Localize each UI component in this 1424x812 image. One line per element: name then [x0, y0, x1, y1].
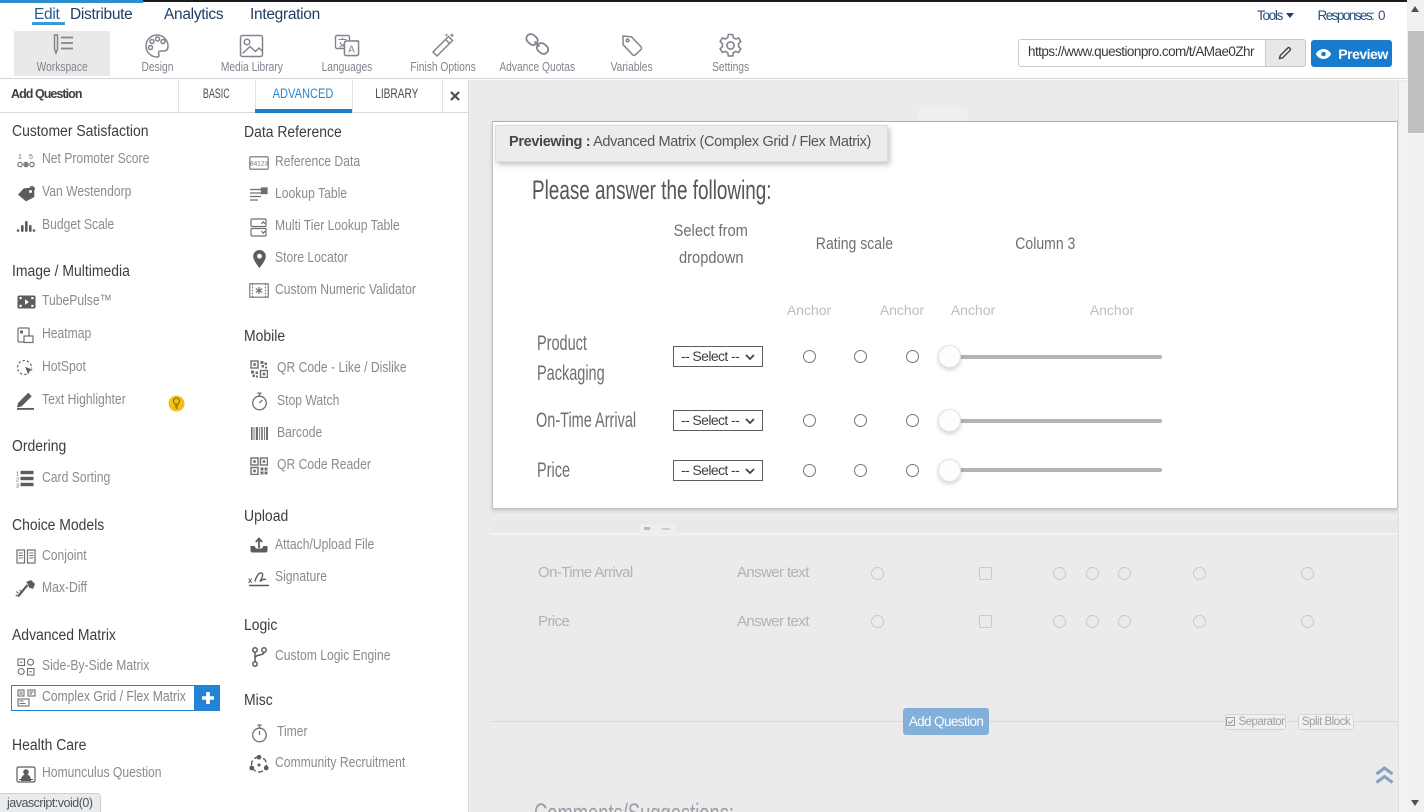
svg-text:84123: 84123	[250, 161, 268, 168]
svg-text:3: 3	[16, 484, 19, 489]
svg-text:1: 1	[18, 154, 22, 161]
svg-text:A: A	[348, 45, 355, 56]
svg-text:x: x	[248, 576, 253, 585]
svg-text:5: 5	[29, 154, 33, 161]
